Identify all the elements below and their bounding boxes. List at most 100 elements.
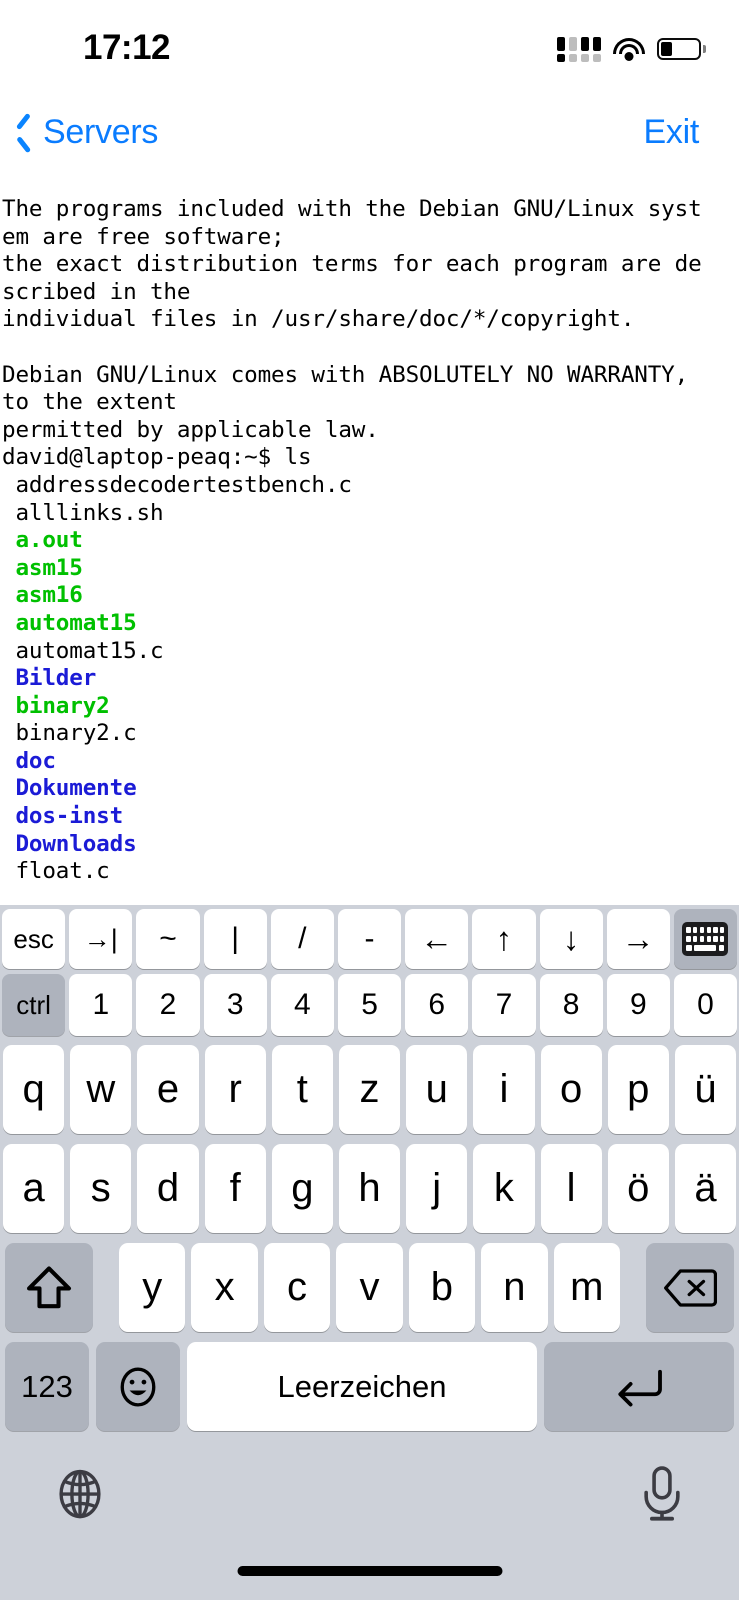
arrow-down-key[interactable]: ↓ bbox=[540, 909, 603, 969]
key-c[interactable]: c bbox=[264, 1243, 330, 1332]
return-key[interactable] bbox=[544, 1342, 734, 1431]
key-7[interactable]: 7 bbox=[472, 974, 535, 1036]
arrow-up-key[interactable]: ↑ bbox=[472, 909, 535, 969]
key-b[interactable]: b bbox=[409, 1243, 475, 1332]
exit-button[interactable]: Exit bbox=[644, 95, 699, 170]
keyboard-number-row: ctrl 1234567890 bbox=[0, 971, 739, 1039]
terminal-line: the exact distribution terms for each pr… bbox=[0, 251, 739, 279]
tilde-key-label: ~ bbox=[159, 922, 177, 956]
numeric-mode-label: 123 bbox=[21, 1369, 73, 1405]
key-g[interactable]: g bbox=[272, 1144, 333, 1233]
key-label: m bbox=[570, 1265, 603, 1310]
key-label: d bbox=[157, 1166, 179, 1211]
key-ä[interactable]: ä bbox=[675, 1144, 736, 1233]
key-0[interactable]: 0 bbox=[674, 974, 737, 1036]
key-label: z bbox=[360, 1067, 380, 1112]
key-y[interactable]: y bbox=[119, 1243, 185, 1332]
key-m[interactable]: m bbox=[554, 1243, 620, 1332]
key-label: ctrl bbox=[16, 990, 51, 1021]
chevron-left-icon bbox=[14, 115, 36, 151]
back-to-servers-button[interactable]: Servers bbox=[14, 95, 158, 170]
terminal-line: Bilder bbox=[0, 665, 739, 693]
terminal-line: automat15 bbox=[0, 610, 739, 638]
key-ü[interactable]: ü bbox=[675, 1045, 736, 1134]
key-a[interactable]: a bbox=[3, 1144, 64, 1233]
key-k[interactable]: k bbox=[473, 1144, 534, 1233]
emoji-key[interactable] bbox=[96, 1342, 180, 1431]
key-d[interactable]: d bbox=[137, 1144, 198, 1233]
cellular-signal-icon bbox=[557, 37, 601, 62]
key-3[interactable]: 3 bbox=[204, 974, 267, 1036]
globe-icon[interactable] bbox=[53, 1467, 107, 1521]
key-n[interactable]: n bbox=[481, 1243, 547, 1332]
key-label: x bbox=[215, 1265, 235, 1310]
terminal-line: binary2 bbox=[0, 693, 739, 721]
key-label: f bbox=[230, 1166, 241, 1211]
pipe-key[interactable]: | bbox=[204, 909, 267, 969]
key-label: n bbox=[503, 1265, 525, 1310]
shift-key[interactable] bbox=[5, 1243, 93, 1332]
key-label: l bbox=[567, 1166, 576, 1211]
key-5[interactable]: 5 bbox=[338, 974, 401, 1036]
key-ctrl[interactable]: ctrl bbox=[2, 974, 65, 1036]
key-label: ö bbox=[627, 1166, 649, 1211]
key-label: e bbox=[157, 1067, 179, 1112]
key-q[interactable]: q bbox=[3, 1045, 64, 1134]
key-f[interactable]: f bbox=[205, 1144, 266, 1233]
terminal-line: asm15 bbox=[0, 555, 739, 583]
keyboard-accessory-row: esc →| ~ | /-←↑ ↓ → bbox=[0, 905, 739, 971]
key-j[interactable]: j bbox=[406, 1144, 467, 1233]
terminal-line: Dokumente bbox=[0, 775, 739, 803]
key-t[interactable]: t bbox=[272, 1045, 333, 1134]
slash-key[interactable]: / bbox=[271, 909, 334, 969]
key-6[interactable]: 6 bbox=[405, 974, 468, 1036]
key-w[interactable]: w bbox=[70, 1045, 131, 1134]
key-z[interactable]: z bbox=[339, 1045, 400, 1134]
keyboard-utility-row bbox=[0, 1435, 739, 1565]
hyphen-key[interactable]: - bbox=[338, 909, 401, 969]
key-4[interactable]: 4 bbox=[271, 974, 334, 1036]
key-e[interactable]: e bbox=[137, 1045, 198, 1134]
space-key[interactable]: Leerzeichen bbox=[187, 1342, 537, 1431]
key-1[interactable]: 1 bbox=[69, 974, 132, 1036]
key-r[interactable]: r bbox=[205, 1045, 266, 1134]
key-o[interactable]: o bbox=[541, 1045, 602, 1134]
keyboard-dismiss-icon bbox=[682, 922, 728, 956]
arrow-down-key-label: ↓ bbox=[563, 920, 580, 958]
backspace-key[interactable] bbox=[646, 1243, 734, 1332]
key-9[interactable]: 9 bbox=[607, 974, 670, 1036]
key-2[interactable]: 2 bbox=[136, 974, 199, 1036]
key-v[interactable]: v bbox=[336, 1243, 402, 1332]
tilde-key[interactable]: ~ bbox=[136, 909, 199, 969]
key-u[interactable]: u bbox=[406, 1045, 467, 1134]
exit-button-label: Exit bbox=[644, 113, 699, 152]
keyboard-dismiss-key[interactable] bbox=[674, 909, 737, 969]
key-label: 3 bbox=[227, 988, 244, 1022]
key-ö[interactable]: ö bbox=[608, 1144, 669, 1233]
terminal-line: david@laptop-peaq:~$ ls bbox=[0, 444, 739, 472]
key-label: s bbox=[91, 1166, 111, 1211]
key-h[interactable]: h bbox=[339, 1144, 400, 1233]
arrow-right-key[interactable]: → bbox=[607, 909, 670, 969]
key-label: 7 bbox=[496, 988, 513, 1022]
terminal-line: automat15.c bbox=[0, 638, 739, 666]
key-label: 9 bbox=[630, 988, 647, 1022]
key-l[interactable]: l bbox=[541, 1144, 602, 1233]
key-i[interactable]: i bbox=[473, 1045, 534, 1134]
esc-key[interactable]: esc bbox=[2, 909, 65, 969]
terminal-line: doc bbox=[0, 748, 739, 776]
microphone-icon[interactable] bbox=[638, 1465, 686, 1523]
esc-key-label: esc bbox=[13, 924, 53, 955]
slash-key-label: / bbox=[298, 922, 306, 956]
key-s[interactable]: s bbox=[70, 1144, 131, 1233]
key-label: c bbox=[287, 1265, 307, 1310]
key-x[interactable]: x bbox=[191, 1243, 257, 1332]
terminal-output[interactable]: The programs included with the Debian GN… bbox=[0, 196, 739, 905]
key-label: p bbox=[627, 1067, 649, 1112]
key-p[interactable]: p bbox=[608, 1045, 669, 1134]
numeric-mode-key[interactable]: 123 bbox=[5, 1342, 89, 1431]
tab-key[interactable]: →| bbox=[69, 909, 132, 969]
key-8[interactable]: 8 bbox=[540, 974, 603, 1036]
key-label: k bbox=[494, 1166, 514, 1211]
arrow-left-key[interactable]: ← bbox=[405, 909, 468, 969]
